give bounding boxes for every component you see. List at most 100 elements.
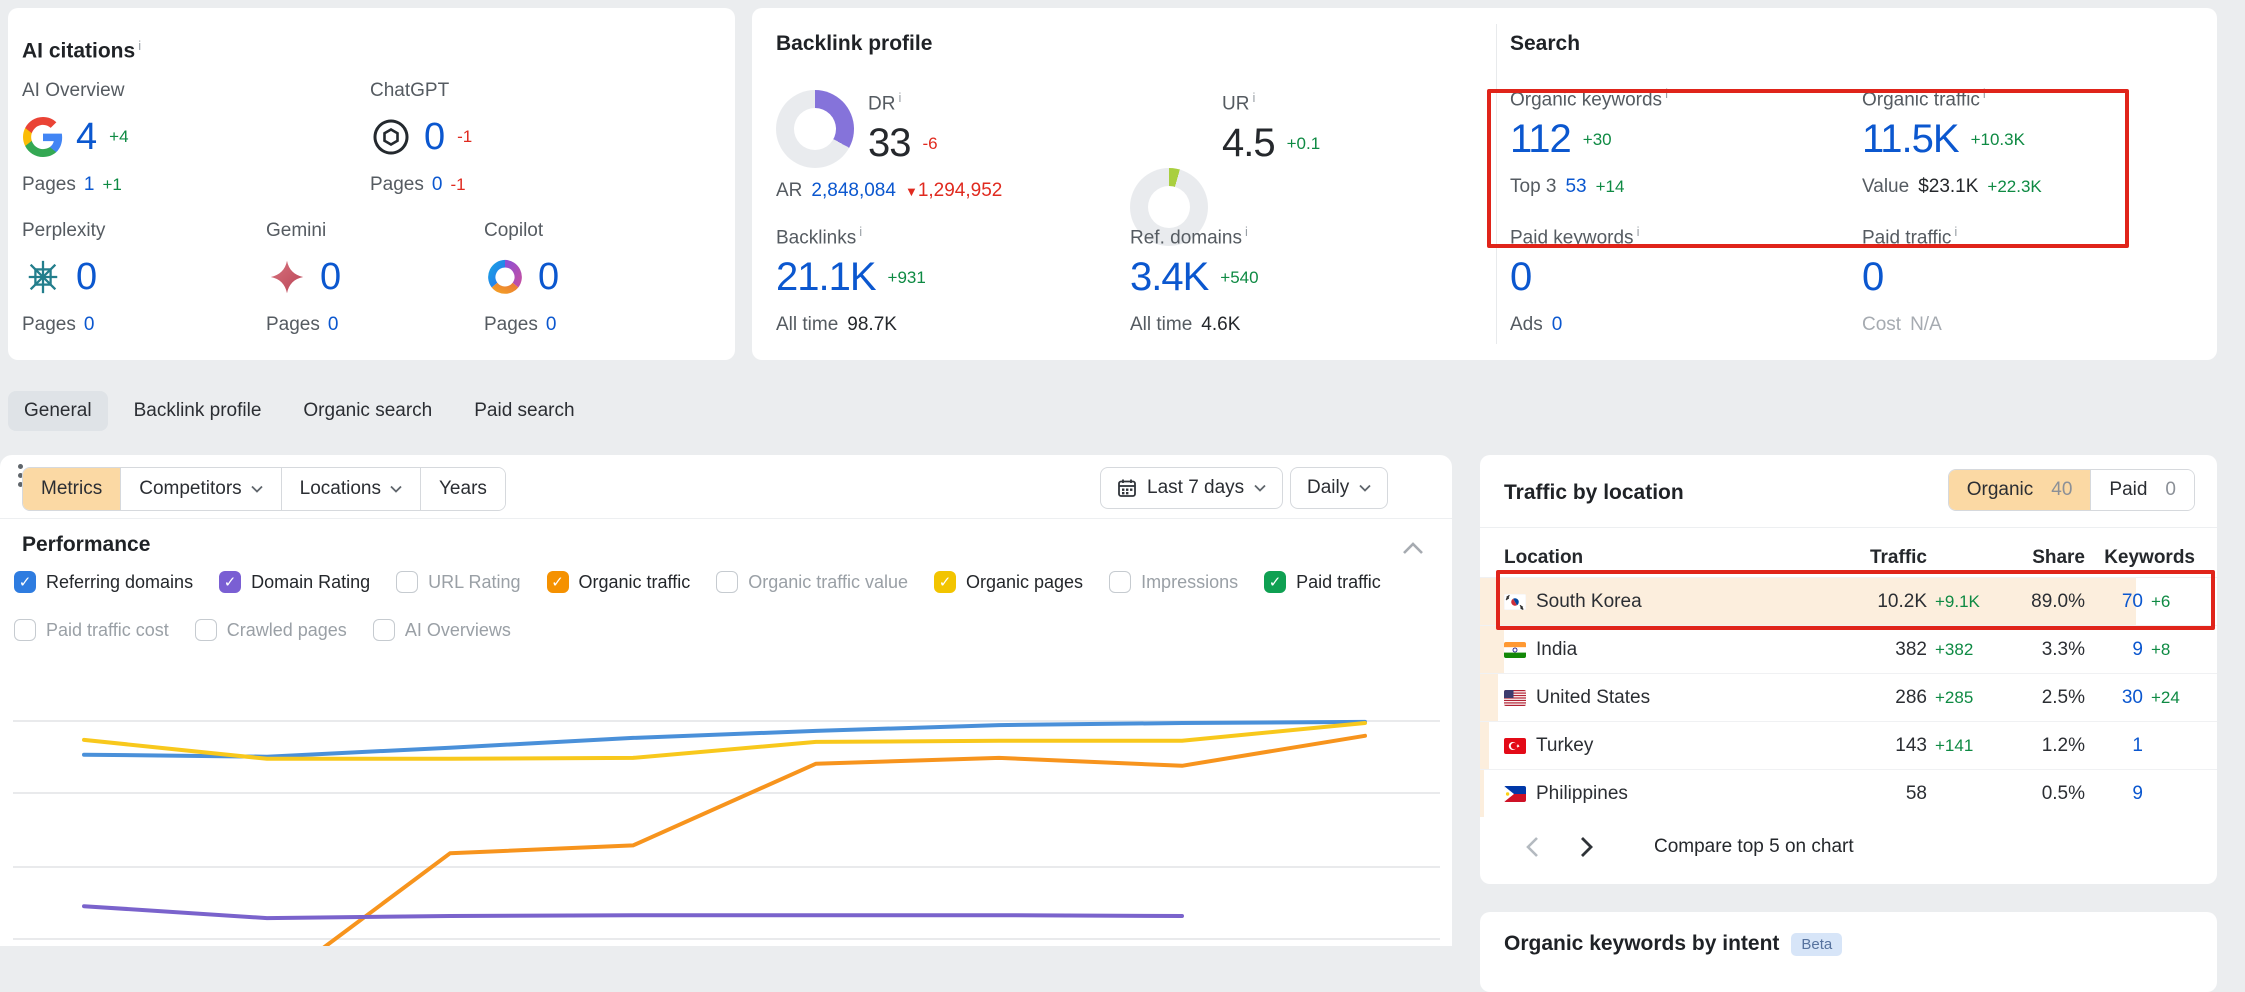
tab-general[interactable]: General <box>8 391 108 431</box>
info-icon[interactable]: i <box>859 224 862 239</box>
checkbox-label: Paid traffic cost <box>46 620 169 641</box>
pages-value: 0 <box>546 314 557 336</box>
years-button[interactable]: Years <box>421 468 505 510</box>
google-icon <box>22 116 64 158</box>
ar-delta: ▼1,294,952 <box>905 180 1002 202</box>
organic-traffic-stat: Organic traffici 11.5K+10.3K Value$23.1K… <box>1862 86 2042 198</box>
pages-delta: -1 <box>450 175 465 195</box>
traffic-value: 143 <box>1857 735 1927 757</box>
chatgpt-icon <box>370 116 412 158</box>
metrics-button[interactable]: Metrics <box>23 468 121 510</box>
info-icon[interactable]: i <box>1954 224 1957 239</box>
checkbox-organic-traffic[interactable]: Organic traffic <box>547 571 691 593</box>
checkbox-domain-rating[interactable]: Domain Rating <box>219 571 370 593</box>
chart-line-organic-pages <box>84 723 1365 759</box>
organic-traffic-label: Organic traffic <box>1862 89 1980 110</box>
performance-line-chart[interactable] <box>0 660 1452 946</box>
checkbox-unchecked-icon[interactable] <box>14 619 36 641</box>
checkbox-organic-traffic-value[interactable]: Organic traffic value <box>716 571 908 593</box>
checkbox-checked-icon[interactable] <box>14 571 36 593</box>
col-keywords: Keywords <box>2093 547 2195 569</box>
date-range-button[interactable]: Last 7 days <box>1100 467 1283 509</box>
calendar-icon <box>1117 478 1137 498</box>
info-icon[interactable]: i <box>1983 86 1986 101</box>
info-icon[interactable]: i <box>1665 86 1668 101</box>
ref-domains-value: 3.4K <box>1130 255 1208 300</box>
info-icon[interactable]: i <box>138 38 141 53</box>
info-icon[interactable]: i <box>1252 90 1255 105</box>
keywords-value: 9 <box>2093 639 2143 661</box>
alltime-value: 98.7K <box>847 314 897 336</box>
ai-citation-perplexity: Perplexity0Pages0 <box>22 220 266 336</box>
ar-label: AR <box>776 180 802 202</box>
checkbox-unchecked-icon[interactable] <box>195 619 217 641</box>
toggle-organic[interactable]: Organic40 <box>1949 470 2092 510</box>
info-icon[interactable]: i <box>1637 224 1640 239</box>
share-value: 89.0% <box>2005 591 2085 613</box>
location-name: Turkey <box>1536 735 1593 757</box>
backlinks-label: Backlinks <box>776 227 856 248</box>
granularity-button[interactable]: Daily <box>1290 467 1388 509</box>
intent-card-title: Organic keywords by intent <box>1504 932 1779 956</box>
checkbox-paid-traffic[interactable]: Paid traffic <box>1264 571 1381 593</box>
location-row-india[interactable]: India382+3823.3%9+8 <box>1480 625 2217 673</box>
value-label: Value <box>1862 176 1909 198</box>
paid-keywords-stat: Paid keywordsi 0 Ads0 <box>1510 224 1639 336</box>
checkbox-ai-overviews[interactable]: AI Overviews <box>373 619 511 641</box>
checkbox-paid-traffic-cost[interactable]: Paid traffic cost <box>14 619 169 641</box>
checkbox-checked-icon[interactable] <box>934 571 956 593</box>
organic-keywords-value: 112 <box>1510 117 1571 162</box>
info-icon[interactable]: i <box>1245 224 1248 239</box>
paid-keywords-value: 0 <box>1510 255 1531 300</box>
compare-top5-link[interactable]: Compare top 5 on chart <box>1654 836 1854 858</box>
location-name: India <box>1536 639 1577 661</box>
backlinks-value: 21.1K <box>776 255 876 300</box>
metric-checkbox-row: Paid traffic cost Crawled pages AI Overvie… <box>14 619 511 641</box>
location-row-turkey[interactable]: Turkey143+1411.2%1 <box>1480 721 2217 769</box>
next-page-button[interactable] <box>1566 827 1606 867</box>
locations-dropdown[interactable]: Locations <box>282 468 421 510</box>
checkbox-checked-icon[interactable] <box>547 571 569 593</box>
chevron-down-icon <box>1359 484 1371 492</box>
tab-organic-search[interactable]: Organic search <box>287 391 448 431</box>
location-table-footer: Compare top 5 on chart <box>1480 812 2217 882</box>
location-row-united-states[interactable]: United States286+2852.5%30+24 <box>1480 673 2217 721</box>
dr-delta: -6 <box>923 134 938 154</box>
checkbox-label: Referring domains <box>46 572 193 593</box>
checkbox-impressions[interactable]: Impressions <box>1109 571 1238 593</box>
chevron-down-icon <box>390 485 402 493</box>
checkbox-checked-icon[interactable] <box>1264 571 1286 593</box>
location-row-south-korea[interactable]: South Korea10.2K+9.1K89.0%70+6 <box>1480 577 2217 625</box>
dr-stat: DRi 33-6 <box>868 90 938 166</box>
pages-label: Pages <box>484 314 538 336</box>
share-value: 2.5% <box>2005 687 2085 709</box>
checkbox-unchecked-icon[interactable] <box>1109 571 1131 593</box>
collapse-section-button[interactable] <box>1402 539 1424 561</box>
alltime-value: 4.6K <box>1201 314 1240 336</box>
prev-page-button[interactable] <box>1512 827 1552 867</box>
location-row-philippines[interactable]: Philippines580.5%9 <box>1480 769 2217 817</box>
checkbox-referring-domains[interactable]: Referring domains <box>14 571 193 593</box>
competitors-dropdown[interactable]: Competitors <box>121 468 281 510</box>
toggle-paid[interactable]: Paid0 <box>2091 470 2194 510</box>
chevron-left-icon <box>1526 836 1539 858</box>
tab-paid-search[interactable]: Paid search <box>458 391 590 431</box>
dr-donut <box>776 90 854 168</box>
pages-label: Pages <box>266 314 320 336</box>
checkbox-unchecked-icon[interactable] <box>396 571 418 593</box>
checkbox-url-rating[interactable]: URL Rating <box>396 571 520 593</box>
pages-label: Pages <box>22 174 76 196</box>
traffic-by-location-title: Traffic by location <box>1504 481 1684 505</box>
checkbox-label: Organic pages <box>966 572 1083 593</box>
info-icon[interactable]: i <box>898 90 901 105</box>
checkbox-unchecked-icon[interactable] <box>373 619 395 641</box>
checkbox-crawled-pages[interactable]: Crawled pages <box>195 619 347 641</box>
pages-value: 0 <box>432 174 443 196</box>
checkbox-organic-pages[interactable]: Organic pages <box>934 571 1083 593</box>
share-value: 1.2% <box>2005 735 2085 757</box>
checkbox-label: Organic traffic <box>579 572 691 593</box>
ads-value: 0 <box>1552 314 1563 336</box>
checkbox-unchecked-icon[interactable] <box>716 571 738 593</box>
tab-backlink-profile[interactable]: Backlink profile <box>118 391 278 431</box>
checkbox-checked-icon[interactable] <box>219 571 241 593</box>
